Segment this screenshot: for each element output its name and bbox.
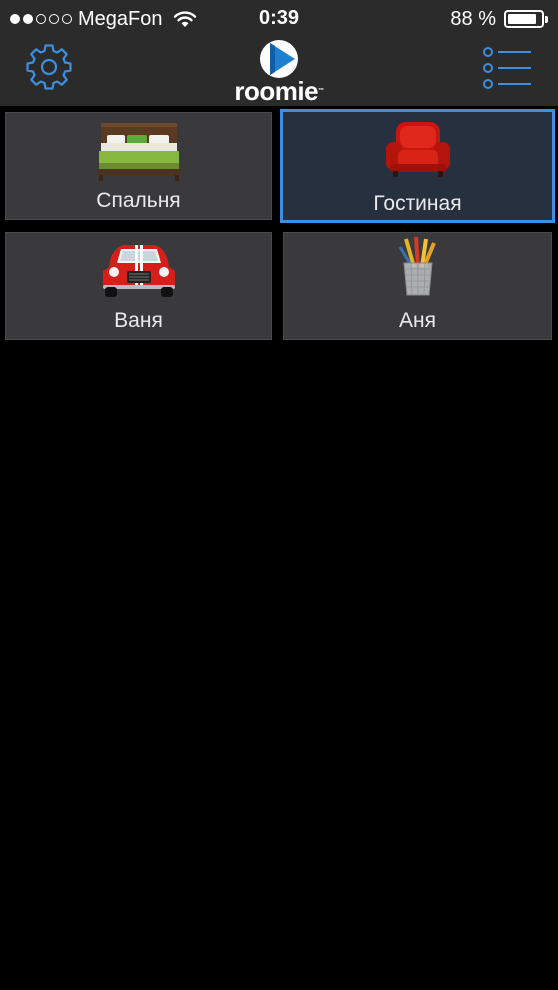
battery-tip xyxy=(545,15,548,23)
car-icon xyxy=(102,245,175,297)
battery-fill xyxy=(508,14,537,24)
battery-percent: 88 % xyxy=(450,7,496,30)
room-tile-bedroom[interactable]: Спальня xyxy=(5,112,272,220)
room-tile-vanya[interactable]: Ваня xyxy=(5,232,272,340)
room-label: Спальня xyxy=(96,189,181,212)
logo-text: roomie™ xyxy=(0,76,558,106)
room-tile-living-room[interactable]: Гостиная xyxy=(280,109,555,223)
bed-icon xyxy=(96,123,181,181)
room-label: Аня xyxy=(399,309,436,332)
play-logo-icon xyxy=(260,40,298,78)
menu-button[interactable] xyxy=(482,46,532,90)
pencil-cup-icon xyxy=(398,237,436,296)
room-label: Ваня xyxy=(114,309,163,332)
armchair-icon xyxy=(385,122,450,177)
status-right: 88 % xyxy=(450,7,548,31)
logo-trademark: ™ xyxy=(318,88,324,94)
roomie-logo: roomie™ xyxy=(0,38,558,106)
app-header: roomie™ xyxy=(0,38,558,106)
logo-wordmark: roomie xyxy=(234,76,319,106)
battery-icon xyxy=(504,10,544,28)
room-label: Гостиная xyxy=(373,192,462,215)
list-icon xyxy=(483,47,531,89)
room-tile-anya[interactable]: Аня xyxy=(283,232,552,340)
status-bar: MegaFon 0:39 88 % xyxy=(0,0,558,38)
